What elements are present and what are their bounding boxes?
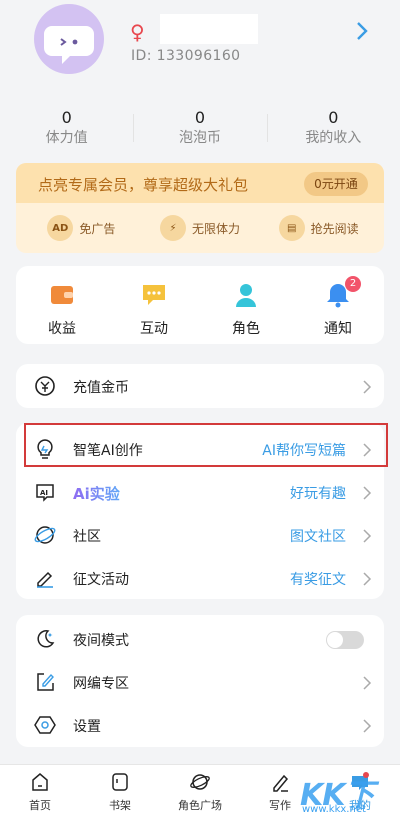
quick-role[interactable]: 角色 bbox=[200, 266, 292, 344]
quick-label: 互动 bbox=[140, 321, 168, 337]
quick-label: 通知 bbox=[324, 321, 352, 337]
menu-editor-zone[interactable]: 网编专区 bbox=[16, 661, 384, 703]
vip-open-button[interactable]: 0元开通 bbox=[304, 172, 368, 196]
night-mode-toggle[interactable] bbox=[326, 631, 364, 649]
tab-label: 书架 bbox=[109, 799, 131, 812]
menu-label: Ai实验 bbox=[73, 485, 120, 503]
bookshelf-icon bbox=[112, 773, 128, 791]
stat-label: 我的收入 bbox=[305, 130, 362, 146]
planet-icon bbox=[190, 774, 210, 790]
menu-label: 征文活动 bbox=[73, 572, 129, 588]
menu-card-creative: 智笔AI创作 AI帮你写短篇 AI Ai实验 好玩有趣 社区 图文社区 征文活动… bbox=[16, 423, 384, 599]
perk-early-read: ▤ 抢先阅读 bbox=[259, 215, 378, 241]
perk-no-ads: AD 免广告 bbox=[22, 215, 141, 241]
menu-ai-writing[interactable]: 智笔AI创作 AI帮你写短篇 bbox=[16, 428, 384, 470]
perk-unlimited-stamina: ⚡ 无限体力 bbox=[141, 215, 260, 241]
vip-banner[interactable]: 点亮专属会员，尊享超级大礼包 0元开通 AD 免广告 ⚡ 无限体力 ▤ 抢先阅读 bbox=[16, 163, 384, 253]
settings-icon bbox=[34, 716, 56, 734]
menu-ai-lab[interactable]: AI Ai实验 好玩有趣 bbox=[16, 471, 384, 513]
chat-icon bbox=[143, 285, 165, 305]
chevron-right-icon bbox=[363, 529, 372, 543]
menu-settings[interactable]: 设置 bbox=[16, 704, 384, 746]
menu-hint: AI帮你写短篇 bbox=[262, 443, 346, 459]
menu-hint: 图文社区 bbox=[290, 529, 346, 545]
menu-hint: 有奖征文 bbox=[290, 572, 346, 588]
menu-label: 夜间模式 bbox=[73, 633, 129, 649]
quick-label: 收益 bbox=[48, 321, 76, 337]
chevron-right-icon bbox=[363, 443, 372, 457]
home-icon bbox=[32, 773, 48, 791]
pen-icon bbox=[37, 571, 53, 588]
tab-label: 首页 bbox=[29, 799, 51, 812]
stat-income[interactable]: 0 我的收入 bbox=[266, 108, 400, 148]
quick-notify[interactable]: 通知 2 bbox=[292, 266, 384, 344]
bulb-icon bbox=[37, 439, 53, 459]
perk-label: 免广告 bbox=[79, 221, 116, 236]
toggle-knob bbox=[327, 632, 343, 648]
book-icon: ▤ bbox=[278, 215, 305, 241]
quick-income[interactable]: 收益 bbox=[16, 266, 108, 344]
menu-label: 智笔AI创作 bbox=[73, 443, 143, 459]
chevron-right-icon bbox=[363, 676, 372, 690]
edit-icon bbox=[37, 673, 54, 691]
tab-bookshelf[interactable]: 书架 bbox=[80, 765, 160, 820]
stat-value: 0 bbox=[328, 108, 339, 127]
menu-card-recharge: 充值金币 bbox=[16, 364, 384, 408]
stat-value: 0 bbox=[194, 108, 206, 127]
watermark-url: www.kkx.net bbox=[302, 804, 366, 815]
ad-icon: AD bbox=[47, 215, 74, 241]
quick-label: 角色 bbox=[232, 321, 260, 337]
perk-label: 无限体力 bbox=[192, 221, 241, 236]
ai-icon: AI bbox=[36, 484, 54, 502]
chevron-right-icon bbox=[363, 572, 372, 586]
avatar[interactable] bbox=[34, 4, 104, 74]
tab-label: 写作 bbox=[269, 799, 291, 812]
planet-icon bbox=[34, 526, 56, 544]
perk-label: 抢先阅读 bbox=[310, 221, 359, 236]
chevron-right-icon bbox=[363, 380, 372, 394]
chevron-right-icon[interactable] bbox=[352, 18, 372, 44]
user-id: ID: 133096160 bbox=[131, 48, 241, 64]
quick-interact[interactable]: 互动 bbox=[108, 266, 200, 344]
menu-label: 网编专区 bbox=[73, 676, 129, 692]
quick-actions: 收益 互动 角色 通知 2 bbox=[16, 266, 384, 344]
person-icon bbox=[236, 284, 256, 307]
write-icon bbox=[273, 774, 289, 792]
vip-perks: AD 免广告 ⚡ 无限体力 ▤ 抢先阅读 bbox=[16, 203, 384, 253]
svg-text:AI: AI bbox=[40, 489, 48, 497]
stat-value: 0 bbox=[61, 108, 72, 127]
vip-title: 点亮专属会员，尊享超级大礼包 bbox=[38, 176, 249, 194]
vip-header: 点亮专属会员，尊享超级大礼包 0元开通 bbox=[16, 163, 384, 203]
tab-label: 角色广场 bbox=[178, 799, 222, 812]
moon-icon bbox=[37, 630, 55, 648]
menu-recharge[interactable]: 充值金币 bbox=[16, 365, 384, 407]
stats-row: 0 体力值 0 泡泡币 0 我的收入 bbox=[0, 108, 400, 148]
menu-community[interactable]: 社区 图文社区 bbox=[16, 514, 384, 556]
stat-bubble-coins[interactable]: 0 泡泡币 bbox=[133, 108, 266, 148]
chevron-right-icon bbox=[363, 719, 372, 733]
tab-home[interactable]: 首页 bbox=[0, 765, 80, 820]
username-hidden bbox=[160, 14, 258, 44]
menu-contest[interactable]: 征文活动 有奖征文 bbox=[16, 557, 384, 599]
female-icon: ♀ bbox=[130, 20, 145, 44]
chevron-right-icon bbox=[363, 486, 372, 500]
coin-icon bbox=[35, 376, 55, 396]
notification-badge: 2 bbox=[345, 276, 361, 292]
avatar-face-icon bbox=[44, 26, 94, 64]
menu-label: 社区 bbox=[73, 529, 101, 545]
tab-role-plaza[interactable]: 角色广场 bbox=[160, 765, 240, 820]
stat-stamina[interactable]: 0 体力值 bbox=[0, 108, 133, 148]
stat-label: 体力值 bbox=[45, 130, 88, 146]
profile-header[interactable]: ♀ ID: 133096160 bbox=[0, 0, 400, 100]
menu-night-mode[interactable]: 夜间模式 bbox=[16, 618, 384, 660]
menu-label: 设置 bbox=[73, 719, 101, 735]
menu-label: 充值金币 bbox=[73, 380, 129, 396]
lightning-icon: ⚡ bbox=[160, 215, 186, 241]
menu-hint: 好玩有趣 bbox=[290, 486, 346, 502]
wallet-icon bbox=[51, 286, 73, 304]
stat-label: 泡泡币 bbox=[178, 130, 221, 146]
menu-card-settings: 夜间模式 网编专区 设置 bbox=[16, 615, 384, 747]
